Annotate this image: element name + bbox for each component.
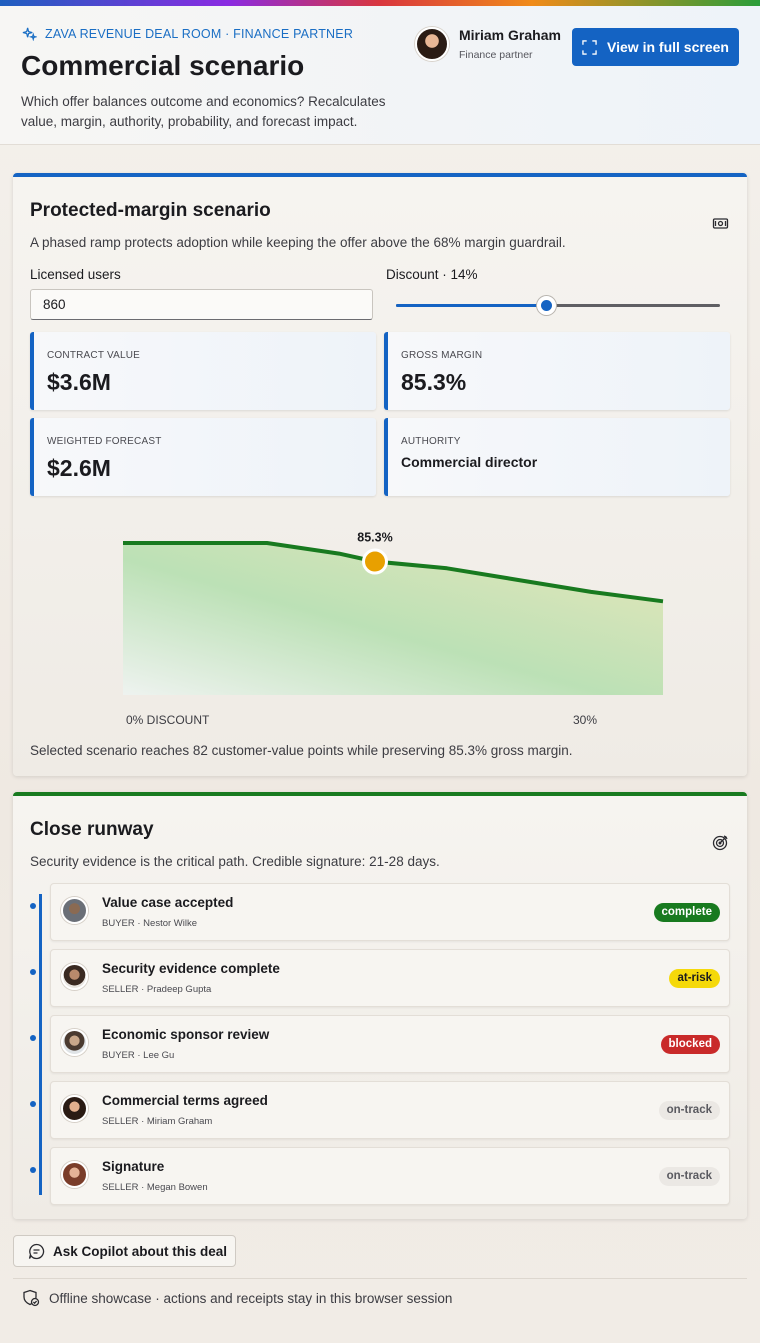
metric-weighted-forecast: WEIGHTED FORECAST $2.6M <box>30 418 376 496</box>
ask-copilot-label: Ask Copilot about this deal <box>53 1243 228 1259</box>
money-icon <box>712 218 729 229</box>
list-item[interactable]: Economic sponsor review BUYER · Lee Gu b… <box>30 1015 730 1073</box>
metric-authority: AUTHORITY Commercial director <box>384 418 730 496</box>
user-profile[interactable]: Miriam Graham Finance partner <box>415 27 561 61</box>
avatar <box>61 897 88 924</box>
milestone-owner: SELLER · Pradeep Gupta <box>102 984 212 995</box>
metric-label: GROSS MARGIN <box>401 350 483 361</box>
milestone-title: Security evidence complete <box>102 961 280 976</box>
runway-card: Close runway Security evidence is the cr… <box>13 792 747 1219</box>
slider-thumb[interactable] <box>536 296 556 315</box>
list-item[interactable]: Security evidence complete SELLER · Prad… <box>30 949 730 1007</box>
metric-label: WEIGHTED FORECAST <box>47 436 162 447</box>
status-badge: at-risk <box>669 969 720 988</box>
offline-note-text: Offline showcase · actions and receipts … <box>49 1290 453 1306</box>
list-item[interactable]: Value case accepted BUYER · Nestor Wilke… <box>30 883 730 941</box>
avatar <box>61 963 88 990</box>
timeline-dot <box>30 969 36 975</box>
scenario-description: A phased ramp protects adoption while ke… <box>30 235 566 250</box>
metric-gross-margin: GROSS MARGIN 85.3% <box>384 332 730 410</box>
timeline-dot <box>30 1035 36 1041</box>
scenario-card: Protected-margin scenario A phased ramp … <box>13 173 747 776</box>
metric-value: 85.3% <box>401 369 467 395</box>
metric-contract-value: CONTRACT VALUE $3.6M <box>30 332 376 410</box>
avatar <box>61 1029 88 1056</box>
milestone-owner: SELLER · Megan Bowen <box>102 1182 208 1193</box>
milestone-title: Commercial terms agreed <box>102 1093 268 1108</box>
status-badge: on-track <box>658 1167 720 1186</box>
chat-icon <box>28 1243 45 1259</box>
metric-value: $2.6M <box>47 455 111 481</box>
chart-tick-left: 0% DISCOUNT <box>126 713 210 727</box>
timeline-line <box>39 894 42 1195</box>
chart-tick-right: 30% <box>573 713 598 727</box>
milestone-owner: BUYER · Lee Gu <box>102 1050 175 1061</box>
margin-chart: 85.3% 0% DISCOUNT 30% <box>13 510 747 740</box>
licensed-users-label: Licensed users <box>30 267 121 282</box>
runway-title: Close runway <box>30 819 154 840</box>
scenario-footnote: Selected scenario reaches 82 customer-va… <box>30 743 573 758</box>
view-full-screen-label: View in full screen <box>607 39 729 55</box>
metric-value: $3.6M <box>47 369 111 395</box>
milestone-title: Economic sponsor review <box>102 1027 270 1042</box>
runway-description: Security evidence is the critical path. … <box>30 854 440 869</box>
offline-note: Offline showcase · actions and receipts … <box>22 1289 452 1307</box>
metric-label: AUTHORITY <box>401 436 461 447</box>
list-item[interactable]: Commercial terms agreed SELLER · Miriam … <box>30 1081 730 1139</box>
sparkle-icon <box>22 27 37 41</box>
licensed-users-input[interactable] <box>30 289 373 320</box>
metric-value: Commercial director <box>401 454 538 470</box>
metric-label: CONTRACT VALUE <box>47 350 141 361</box>
chart-marker-label: 85.3% <box>357 531 392 545</box>
timeline-dot <box>30 903 36 909</box>
chart-area <box>123 543 663 695</box>
margin-chart-svg: 85.3% <box>123 531 664 695</box>
avatar <box>61 1095 88 1122</box>
page-header: ZAVA REVENUE DEAL ROOM · FINANCE PARTNER… <box>0 6 760 145</box>
page-title: Commercial scenario <box>21 50 305 81</box>
shield-check-icon <box>23 1289 40 1307</box>
discount-label: Discount · 14% <box>386 267 478 282</box>
breadcrumb: ZAVA REVENUE DEAL ROOM · FINANCE PARTNER <box>22 26 353 41</box>
expand-icon <box>582 39 597 55</box>
timeline-dot <box>30 1167 36 1173</box>
milestone-title: Value case accepted <box>102 895 234 910</box>
avatar <box>61 1161 88 1188</box>
timeline-dot <box>30 1101 36 1107</box>
slider-fill <box>396 304 546 307</box>
status-badge: complete <box>653 903 720 922</box>
target-icon <box>712 835 728 851</box>
list-item[interactable]: Signature SELLER · Megan Bowen on-track <box>30 1147 730 1205</box>
milestone-owner: SELLER · Miriam Graham <box>102 1116 213 1127</box>
status-badge: on-track <box>658 1101 720 1120</box>
avatar <box>415 27 449 61</box>
divider <box>13 1278 747 1279</box>
status-badge: blocked <box>660 1035 720 1054</box>
view-full-screen-button[interactable]: View in full screen <box>572 28 739 66</box>
discount-slider[interactable] <box>396 295 720 315</box>
user-role: Finance partner <box>459 49 533 61</box>
milestone-title: Signature <box>102 1159 165 1174</box>
chart-selected-point[interactable] <box>362 548 388 575</box>
scenario-title: Protected-margin scenario <box>30 200 271 221</box>
breadcrumb-label: ZAVA REVENUE DEAL ROOM · FINANCE PARTNER <box>45 26 354 41</box>
user-name: Miriam Graham <box>459 27 561 43</box>
ask-copilot-button[interactable]: Ask Copilot about this deal <box>13 1235 236 1267</box>
milestone-owner: BUYER · Nestor Wilke <box>102 918 198 929</box>
page-subtitle: Which offer balances outcome and economi… <box>21 94 386 129</box>
